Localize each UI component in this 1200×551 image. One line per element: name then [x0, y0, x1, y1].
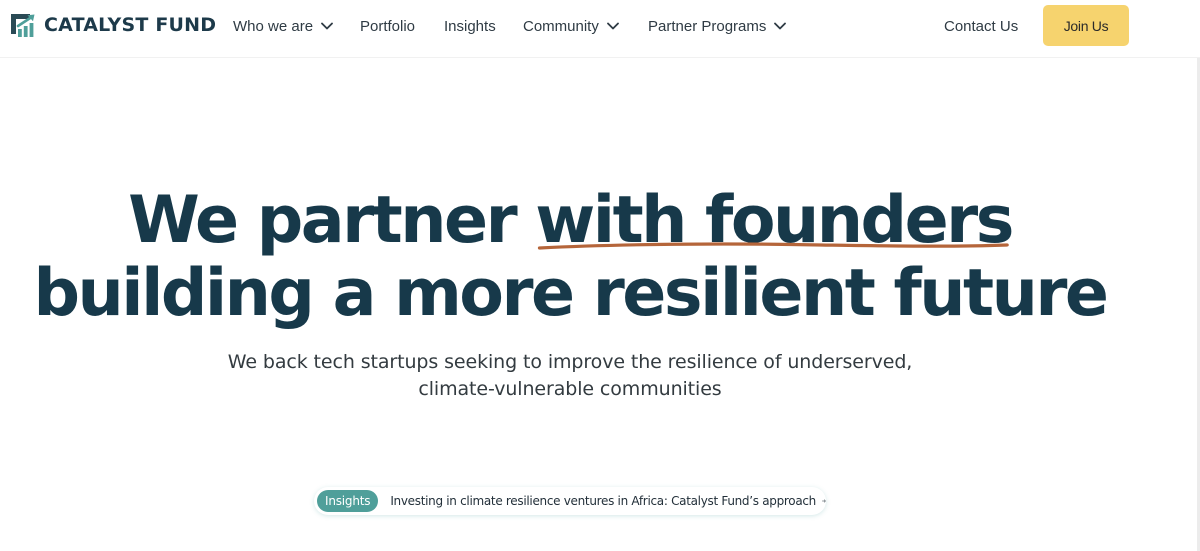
- nav-insights-label: Insights: [444, 17, 496, 35]
- nav-portfolio-label: Portfolio: [360, 17, 416, 35]
- join-us-button[interactable]: Join Us: [1043, 5, 1129, 46]
- nav-who-we-are-label: Who we are: [233, 17, 314, 35]
- contact-us-label: Contact Us: [944, 17, 1019, 35]
- nav-community[interactable]: Community: [523, 16, 619, 36]
- chevron-down-icon: [321, 22, 333, 30]
- hero-title-highlight: with founders: [535, 184, 1014, 257]
- brand-name: CATALYST FUND: [44, 14, 217, 36]
- contact-us-link[interactable]: Contact Us: [944, 16, 1018, 36]
- hero-title: We partner with founders building a more…: [0, 184, 1140, 330]
- nav-community-label: Community: [523, 17, 599, 35]
- nav-who-we-are[interactable]: Who we are: [233, 16, 333, 36]
- nav-partner-programs[interactable]: Partner Programs: [648, 16, 787, 36]
- top-navbar: CATALYST FUND Who we are Portfolio Insig…: [0, 0, 1200, 58]
- announcement-tag: Insights: [317, 490, 379, 512]
- nav-partner-programs-label: Partner Programs: [648, 17, 767, 35]
- hero-subtitle-line-2: climate-vulnerable communities: [418, 378, 722, 400]
- catalyst-fund-logo-icon: [11, 13, 35, 37]
- hero-subtitle: We back tech startups seeking to improve…: [0, 349, 1140, 403]
- nav-insights[interactable]: Insights: [444, 16, 496, 36]
- brush-underline-icon: [538, 242, 1010, 250]
- arrow-right-icon: [822, 499, 826, 503]
- announcement-banner[interactable]: Insights Investing in climate resilience…: [314, 487, 826, 515]
- chevron-down-icon: [606, 22, 619, 30]
- hero-title-line-2: building a more resilient future: [33, 256, 1109, 331]
- brand-logo[interactable]: CATALYST FUND: [10, 11, 216, 39]
- nav-portfolio[interactable]: Portfolio: [360, 16, 415, 36]
- announcement-text: Investing in climate resilience ventures…: [390, 494, 816, 508]
- chevron-down-icon: [774, 22, 787, 30]
- hero-subtitle-line-1: We back tech startups seeking to improve…: [227, 351, 913, 373]
- hero-title-plain: We partner: [128, 183, 536, 258]
- hero-title-line-1: We partner with founders: [0, 184, 1140, 257]
